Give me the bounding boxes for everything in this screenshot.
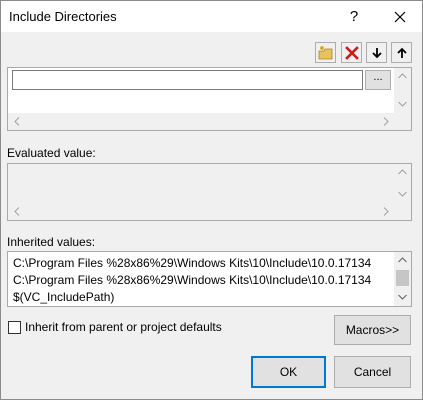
scroll-right-arrow[interactable] <box>377 113 394 130</box>
title-bar: Include Directories ? <box>1 1 422 32</box>
list-horizontal-scrollbar[interactable] <box>8 113 394 130</box>
close-icon <box>394 11 406 23</box>
chevron-up-icon <box>398 257 407 263</box>
chevron-down-icon <box>398 294 407 300</box>
inherited-values-label: Inherited values: <box>7 235 96 249</box>
directories-list[interactable]: ... <box>7 67 412 131</box>
move-up-icon <box>397 47 407 58</box>
scroll-corner <box>394 113 411 130</box>
chevron-left-icon <box>14 117 20 126</box>
chevron-down-icon <box>398 101 407 107</box>
evaluated-value-box <box>7 163 412 221</box>
chevron-up-icon <box>398 73 407 79</box>
scroll-up-arrow[interactable] <box>394 164 411 181</box>
move-down-button[interactable] <box>366 42 387 63</box>
include-directories-dialog: Include Directories ? ... Evaluated valu… <box>0 0 423 400</box>
macros-button[interactable]: Macros>> <box>334 315 411 345</box>
chevron-left-icon <box>14 207 20 216</box>
chevron-right-icon <box>383 207 389 216</box>
move-up-button[interactable] <box>391 42 412 63</box>
browse-button[interactable]: ... <box>365 70 391 90</box>
evaluated-horizontal-scrollbar[interactable] <box>8 203 394 220</box>
scroll-right-arrow[interactable] <box>377 203 394 220</box>
ok-button[interactable]: OK <box>251 356 326 388</box>
evaluated-value-label: Evaluated value: <box>7 146 96 160</box>
scroll-left-arrow[interactable] <box>8 203 25 220</box>
inherit-checkbox-label[interactable]: Inherit from parent or project defaults <box>25 320 222 334</box>
move-down-icon <box>372 48 382 59</box>
close-button[interactable] <box>385 5 415 29</box>
scroll-thumb[interactable] <box>396 270 409 286</box>
directory-edit-field[interactable] <box>12 70 363 90</box>
evaluated-vertical-scrollbar[interactable] <box>394 164 411 203</box>
inherited-vertical-scrollbar[interactable] <box>394 252 411 306</box>
scroll-left-arrow[interactable] <box>8 113 25 130</box>
scroll-up-arrow[interactable] <box>394 68 411 85</box>
scroll-down-arrow[interactable] <box>394 96 411 113</box>
help-button[interactable]: ? <box>345 7 363 27</box>
inherited-values-box[interactable]: C:\Program Files %28x86%29\Windows Kits\… <box>7 251 412 307</box>
inherited-value-line: C:\Program Files %28x86%29\Windows Kits\… <box>13 256 372 270</box>
list-vertical-scrollbar[interactable] <box>394 68 411 113</box>
chevron-up-icon <box>398 169 407 175</box>
cancel-button[interactable]: Cancel <box>334 356 411 388</box>
delete-icon <box>345 46 359 60</box>
scroll-up-arrow[interactable] <box>394 252 411 269</box>
delete-button[interactable] <box>341 42 362 63</box>
inherit-checkbox[interactable] <box>8 321 21 334</box>
inherited-value-line: C:\Program Files %28x86%29\Windows Kits\… <box>13 273 372 287</box>
chevron-down-icon <box>398 191 407 197</box>
scroll-down-arrow[interactable] <box>394 186 411 203</box>
window-title: Include Directories <box>9 9 117 24</box>
chevron-right-icon <box>383 117 389 126</box>
inherited-value-line: $(VC_IncludePath) <box>13 290 115 304</box>
scroll-down-arrow[interactable] <box>394 289 411 306</box>
new-line-button[interactable] <box>315 42 336 63</box>
new-line-icon <box>318 46 333 60</box>
